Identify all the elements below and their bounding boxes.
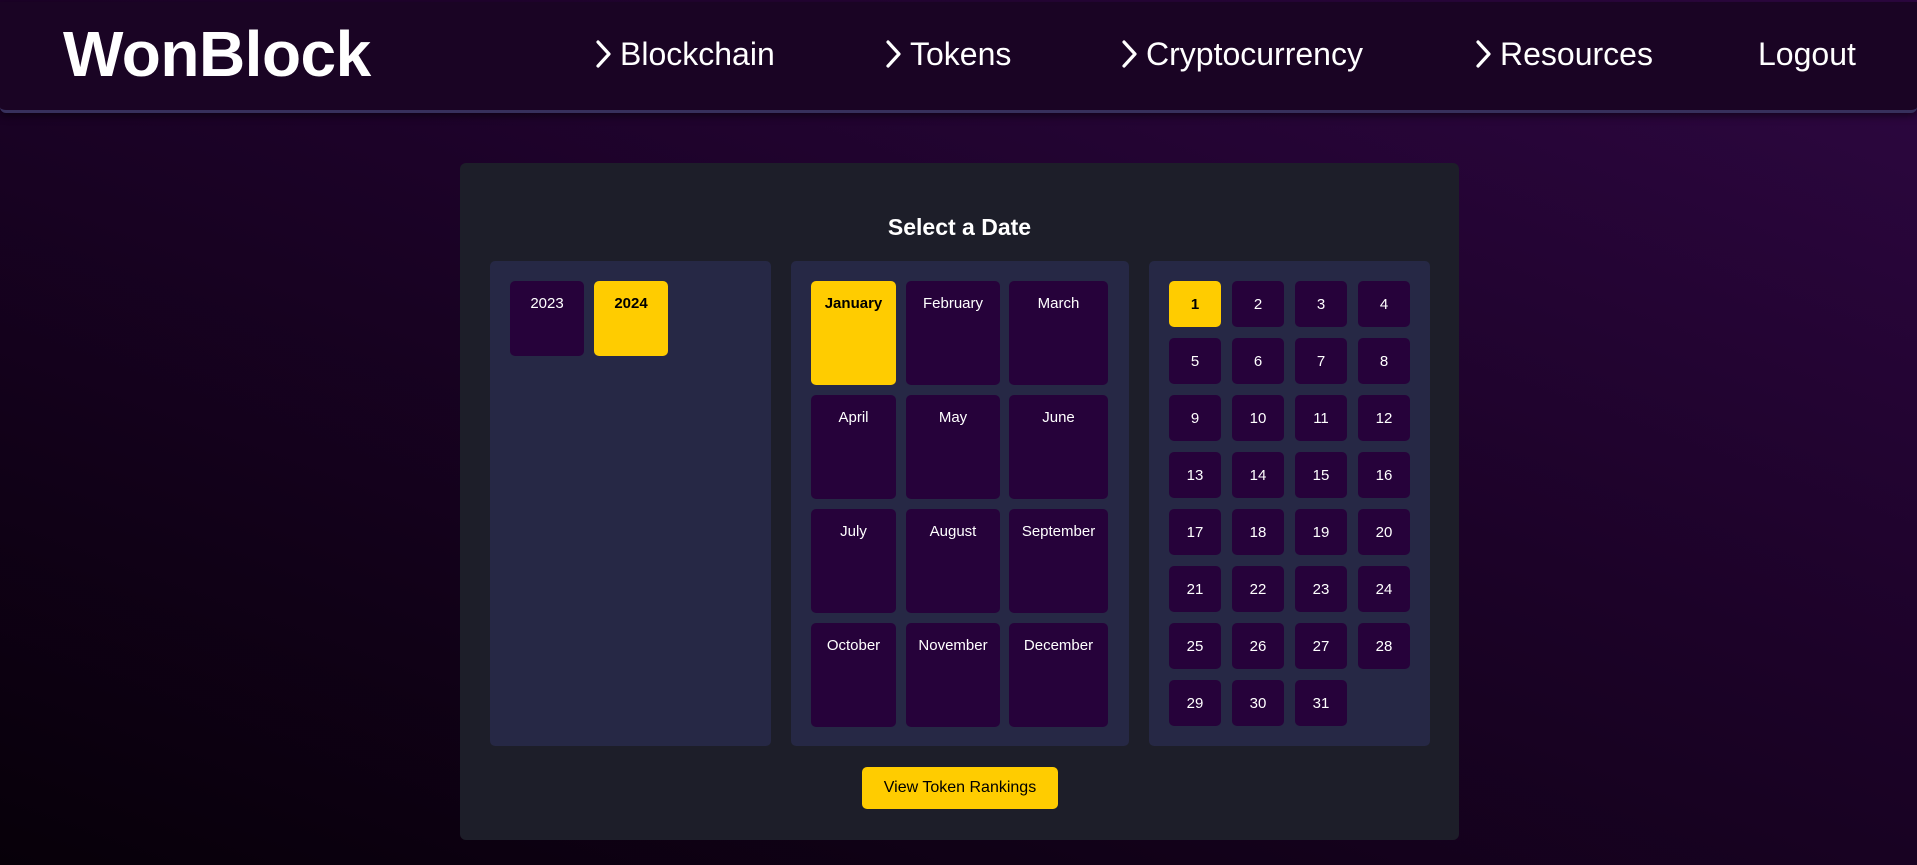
month-september[interactable]: September [1009, 509, 1108, 613]
day-17[interactable]: 17 [1169, 509, 1221, 555]
month-october[interactable]: October [811, 623, 896, 727]
month-may[interactable]: May [906, 395, 1000, 499]
nav-label: Cryptocurrency [1146, 36, 1363, 72]
day-31[interactable]: 31 [1295, 680, 1347, 726]
month-january[interactable]: January [811, 281, 896, 385]
day-7[interactable]: 7 [1295, 338, 1347, 384]
month-august[interactable]: August [906, 509, 1000, 613]
day-13[interactable]: 13 [1169, 452, 1221, 498]
day-18[interactable]: 18 [1232, 509, 1284, 555]
logout-link[interactable]: Logout [1758, 38, 1856, 70]
day-27[interactable]: 27 [1295, 623, 1347, 669]
logout-label: Logout [1758, 36, 1856, 72]
chevron-right-icon [596, 40, 611, 68]
nav-item-cryptocurrency[interactable]: Cryptocurrency [1120, 38, 1363, 70]
chevron-right-icon [1476, 40, 1491, 68]
day-9[interactable]: 9 [1169, 395, 1221, 441]
day-panel: 1 2 3 4 5 6 7 8 9 10 11 12 13 14 15 16 17 18 19 20 21 22 23 24 2… [1149, 261, 1430, 746]
day-14[interactable]: 14 [1232, 452, 1284, 498]
picker-title: Select a Date [887, 214, 1032, 240]
month-panel: January February March April May June July Augu… [791, 261, 1129, 746]
day-11[interactable]: 11 [1295, 395, 1347, 441]
day-29[interactable]: 29 [1169, 680, 1221, 726]
month-june[interactable]: June [1009, 395, 1108, 499]
month-april[interactable]: April [811, 395, 896, 499]
day-10[interactable]: 10 [1232, 395, 1284, 441]
year-2023[interactable]: 2023 [510, 281, 584, 356]
month-february[interactable]: February [906, 281, 1000, 385]
day-15[interactable]: 15 [1295, 452, 1347, 498]
day-19[interactable]: 19 [1295, 509, 1347, 555]
nav-item-resources[interactable]: Resources [1474, 38, 1653, 70]
day-8[interactable]: 8 [1358, 338, 1410, 384]
day-2[interactable]: 2 [1232, 281, 1284, 327]
top-nav-bar: WonBlock Blockchain Tokens Cryptocurrenc… [0, 2, 1917, 113]
year-2024[interactable]: 2024 [594, 281, 668, 356]
day-3[interactable]: 3 [1295, 281, 1347, 327]
day-5[interactable]: 5 [1169, 338, 1221, 384]
month-november[interactable]: November [906, 623, 1000, 727]
nav-item-blockchain[interactable]: Blockchain [594, 38, 775, 70]
day-1[interactable]: 1 [1169, 281, 1221, 327]
chevron-right-icon [886, 40, 901, 68]
day-6[interactable]: 6 [1232, 338, 1284, 384]
month-march[interactable]: March [1009, 281, 1108, 385]
nav-label: Blockchain [620, 36, 775, 72]
day-28[interactable]: 28 [1358, 623, 1410, 669]
day-21[interactable]: 21 [1169, 566, 1221, 612]
day-22[interactable]: 22 [1232, 566, 1284, 612]
nav-item-tokens[interactable]: Tokens [884, 38, 1011, 70]
day-4[interactable]: 4 [1358, 281, 1410, 327]
day-23[interactable]: 23 [1295, 566, 1347, 612]
date-picker-card: Select a Date 2023 2024 January February M… [460, 163, 1459, 840]
day-12[interactable]: 12 [1358, 395, 1410, 441]
logo[interactable]: WonBlock [63, 22, 371, 86]
day-20[interactable]: 20 [1358, 509, 1410, 555]
nav-label: Tokens [910, 36, 1012, 72]
nav-label: Resources [1500, 36, 1653, 72]
day-26[interactable]: 26 [1232, 623, 1284, 669]
day-25[interactable]: 25 [1169, 623, 1221, 669]
chevron-right-icon [1122, 40, 1137, 68]
month-july[interactable]: July [811, 509, 896, 613]
day-16[interactable]: 16 [1358, 452, 1410, 498]
view-token-rankings-button[interactable]: View Token Rankings [862, 767, 1058, 809]
day-24[interactable]: 24 [1358, 566, 1410, 612]
month-december[interactable]: December [1009, 623, 1108, 727]
year-panel: 2023 2024 [490, 261, 771, 746]
day-30[interactable]: 30 [1232, 680, 1284, 726]
